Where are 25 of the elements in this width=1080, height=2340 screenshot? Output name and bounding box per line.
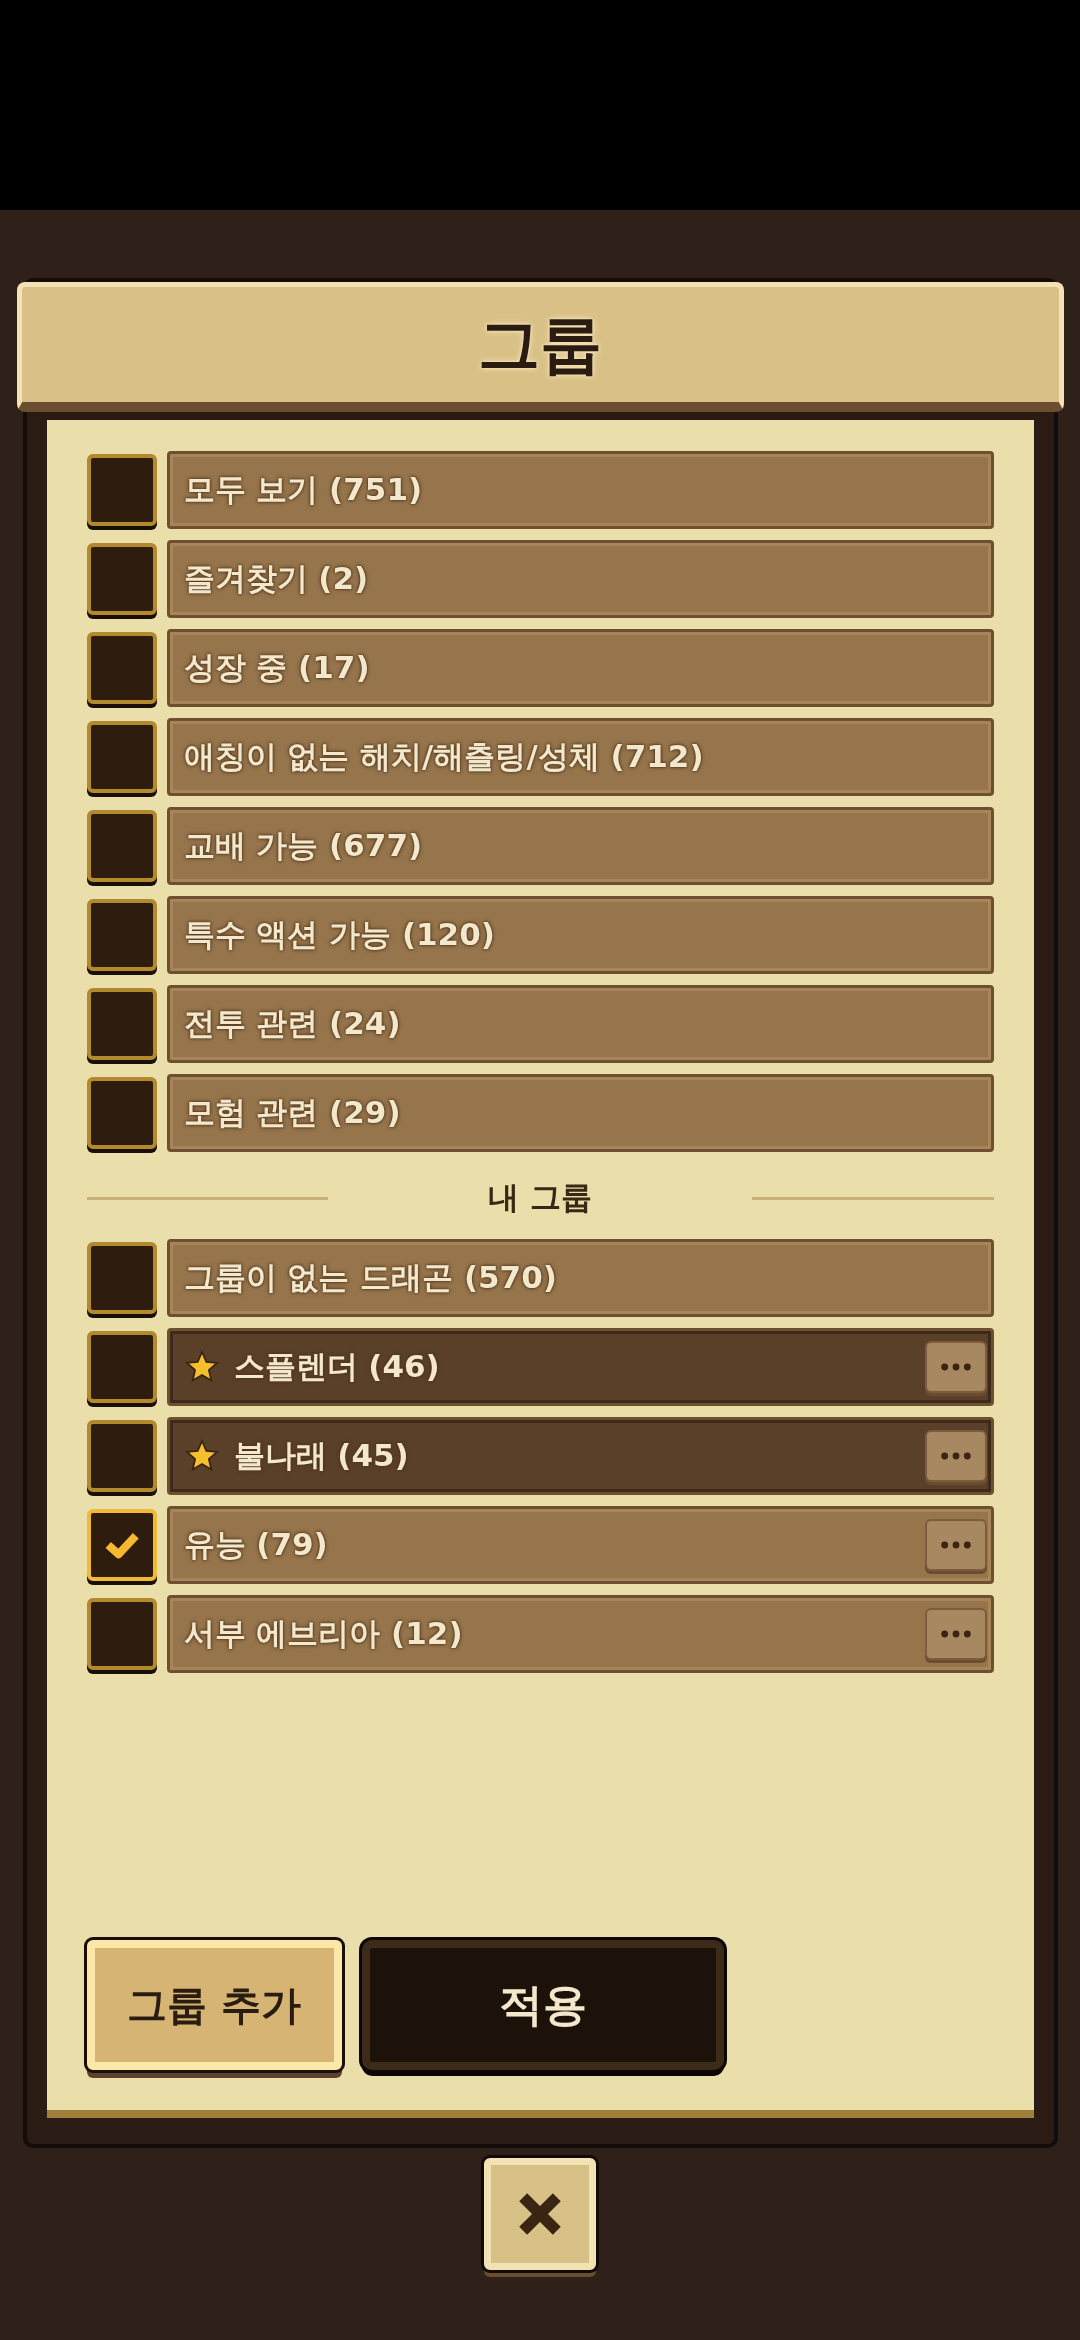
group-item[interactable]: 서부 에브리아 (12) bbox=[166, 1595, 994, 1673]
dialog-title: 그룹 bbox=[478, 306, 602, 383]
group-item[interactable]: 특수 액션 가능 (120) bbox=[166, 896, 994, 974]
star-icon bbox=[183, 1438, 220, 1474]
group-item[interactable]: 스플렌더 (46) bbox=[166, 1328, 994, 1406]
more-icon bbox=[938, 1451, 973, 1461]
group-item[interactable]: 즐겨찾기 (2) bbox=[166, 540, 994, 618]
group-item[interactable]: 모험 관련 (29) bbox=[166, 1074, 994, 1152]
more-icon bbox=[938, 1629, 973, 1639]
more-button[interactable] bbox=[924, 1519, 987, 1571]
more-icon bbox=[938, 1362, 973, 1372]
group-item[interactable]: 모두 보기 (751) bbox=[166, 451, 994, 529]
more-icon bbox=[938, 1540, 973, 1550]
group-item[interactable]: 전투 관련 (24) bbox=[166, 985, 994, 1063]
star-icon bbox=[183, 1349, 220, 1385]
group-item[interactable]: 애칭이 없는 해치/해츨링/성체 (712) bbox=[166, 718, 994, 796]
group-item[interactable]: 불나래 (45) bbox=[166, 1417, 994, 1495]
group-item[interactable]: 그룹이 없는 드래곤 (570) bbox=[166, 1239, 994, 1317]
section-heading: 내 그룹 bbox=[487, 1178, 593, 1217]
more-button[interactable] bbox=[924, 1341, 987, 1393]
group-item[interactable]: 성장 중 (17) bbox=[166, 629, 994, 707]
group-item[interactable]: 교배 가능 (677) bbox=[166, 807, 994, 885]
more-button[interactable] bbox=[924, 1608, 987, 1660]
more-button[interactable] bbox=[924, 1430, 987, 1482]
group-item[interactable]: 유능 (79) bbox=[166, 1506, 994, 1584]
